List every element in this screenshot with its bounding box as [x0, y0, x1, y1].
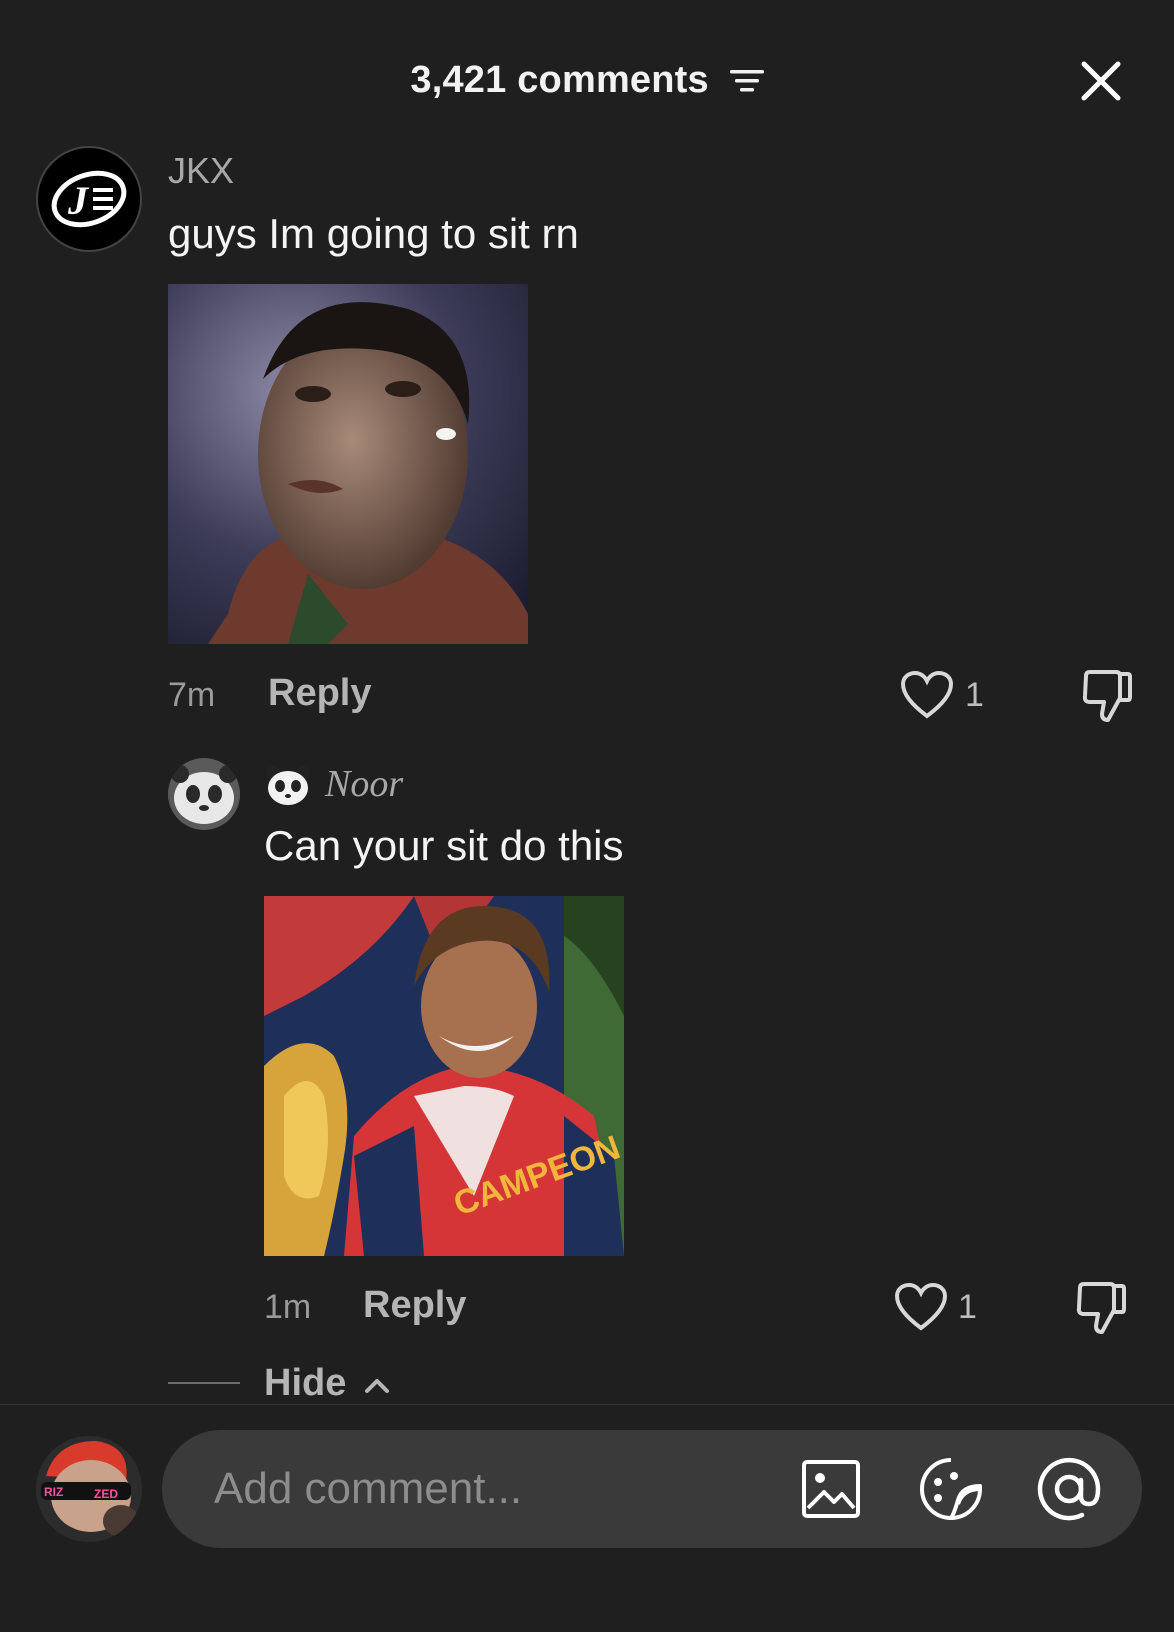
like-count: 1 — [965, 676, 984, 714]
panda-icon — [266, 766, 310, 805]
sticker-icon[interactable] — [918, 1456, 984, 1522]
comment-username[interactable]: JKX — [168, 150, 234, 192]
chevron-up-icon — [364, 1379, 389, 1393]
dislike-icon[interactable] — [1080, 668, 1134, 724]
panda-avatar-icon — [171, 765, 237, 824]
svg-text:ZED: ZED — [94, 1487, 118, 1501]
comment-time: 7m — [168, 676, 216, 714]
image-icon[interactable] — [800, 1458, 862, 1520]
reply-image-trophy[interactable]: CAMPEON — [264, 896, 624, 1256]
jkx-logo-icon: J — [51, 170, 127, 228]
comment-text: guys Im going to sit rn — [168, 210, 579, 257]
reply-username[interactable]: Noor — [325, 762, 403, 806]
close-icon[interactable] — [1076, 56, 1126, 106]
reply-like-count: 1 — [958, 1288, 977, 1326]
reply-button[interactable]: Reply — [268, 672, 371, 715]
sort-lines-icon[interactable] — [729, 67, 764, 95]
reply-reply-button[interactable]: Reply — [363, 1284, 466, 1327]
avatar-noor[interactable] — [168, 758, 240, 830]
svg-text:J: J — [67, 178, 90, 223]
user-avatar-image: RIZ ZED — [36, 1436, 142, 1542]
avatar-jkx[interactable]: J — [36, 146, 142, 252]
hide-line — [168, 1382, 240, 1384]
add-comment-input[interactable]: Add comment... — [162, 1430, 1142, 1548]
mention-icon[interactable] — [1036, 1456, 1102, 1522]
hide-replies-button[interactable]: Hide — [264, 1362, 391, 1405]
hide-label: Hide — [264, 1362, 347, 1404]
add-comment-placeholder: Add comment... — [214, 1464, 523, 1513]
svg-text:RIZ: RIZ — [44, 1485, 63, 1499]
heart-icon[interactable] — [894, 1282, 948, 1332]
dislike-icon[interactable] — [1074, 1280, 1128, 1336]
comments-header: 3,421 comments — [0, 58, 1174, 102]
comments-count-title: 3,421 comments — [410, 59, 709, 102]
trophy-photo: CAMPEON — [264, 896, 624, 1256]
meme-photo — [168, 284, 528, 644]
current-user-avatar[interactable]: RIZ ZED — [36, 1436, 142, 1542]
comment-image-meme[interactable] — [168, 284, 528, 644]
heart-icon[interactable] — [900, 670, 954, 720]
reply-text: Can your sit do this — [264, 822, 624, 869]
reply-time: 1m — [264, 1288, 312, 1326]
divider — [0, 1404, 1174, 1405]
